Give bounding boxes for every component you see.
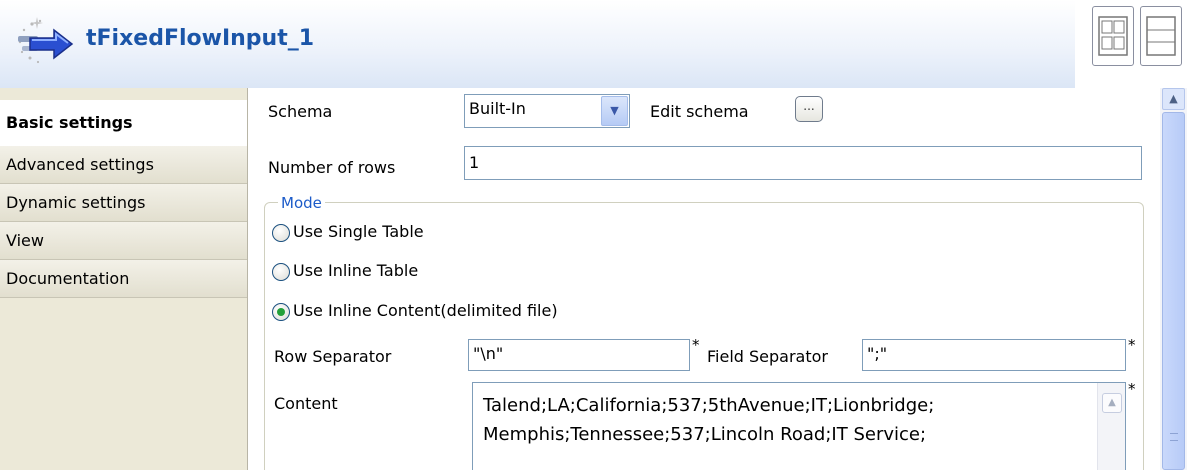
- content-line: Talend;LA;California;537;5thAvenue;IT;Li…: [483, 395, 935, 416]
- grid-layout-button[interactable]: [1092, 6, 1134, 66]
- use-inline-content-radio[interactable]: [272, 303, 290, 321]
- schema-label: Schema: [268, 102, 333, 121]
- required-mark: *: [1128, 336, 1136, 354]
- row-separator-field[interactable]: "\n": [468, 339, 690, 371]
- settings-tabs: Basic settings Advanced settings Dynamic…: [0, 88, 248, 470]
- chevron-down-icon[interactable]: ▼: [601, 96, 628, 126]
- tab-view[interactable]: View: [0, 222, 247, 260]
- layout-buttons: [1092, 6, 1187, 68]
- component-title: tFixedFlowInput_1: [86, 26, 315, 51]
- content-label: Content: [274, 394, 338, 413]
- edit-schema-label: Edit schema: [650, 102, 749, 121]
- tab-basic-settings[interactable]: Basic settings: [0, 100, 247, 146]
- content-line: Memphis;Tennessee;537;Lincoln Road;IT Se…: [483, 424, 927, 445]
- tab-dynamic-settings[interactable]: Dynamic settings: [0, 184, 247, 222]
- field-separator-label: Field Separator: [707, 347, 828, 366]
- required-mark: *: [1128, 380, 1136, 398]
- mode-group-title: Mode: [278, 194, 325, 212]
- required-mark: *: [692, 336, 700, 354]
- use-inline-table-label: Use Inline Table: [293, 261, 419, 280]
- component-arrow-icon: [18, 17, 74, 64]
- scroll-up-icon[interactable]: ▲: [1102, 393, 1122, 413]
- tab-advanced-settings[interactable]: Advanced settings: [0, 146, 247, 184]
- row-separator-label: Row Separator: [274, 347, 392, 366]
- tab-documentation[interactable]: Documentation: [0, 260, 247, 298]
- scroll-up-icon[interactable]: ▲: [1162, 88, 1185, 110]
- scrollbar-thumb[interactable]: [1162, 112, 1185, 470]
- panel-scrollbar[interactable]: ▲: [1160, 88, 1187, 470]
- use-inline-content-label: Use Inline Content(delimited file): [293, 301, 558, 320]
- use-single-table-radio[interactable]: [272, 224, 290, 242]
- grip-icon: [1170, 433, 1178, 441]
- use-inline-table-radio[interactable]: [272, 263, 290, 281]
- list-layout-icon: [1146, 16, 1176, 56]
- number-of-rows-label: Number of rows: [268, 158, 396, 177]
- field-separator-field[interactable]: ";": [862, 339, 1126, 371]
- schema-select[interactable]: Built-In ▼: [464, 94, 630, 128]
- number-of-rows-field[interactable]: 1: [464, 146, 1142, 180]
- content-scrollbar[interactable]: ▲: [1097, 383, 1125, 470]
- component-header: tFixedFlowInput_1: [0, 0, 1075, 88]
- use-single-table-label: Use Single Table: [293, 222, 424, 241]
- content-textarea[interactable]: Talend;LA;California;537;5thAvenue;IT;Li…: [472, 382, 1126, 470]
- edit-schema-button[interactable]: ...: [795, 96, 823, 122]
- schema-select-value: Built-In: [469, 99, 526, 118]
- list-layout-button[interactable]: [1140, 6, 1182, 66]
- grid-layout-icon: [1098, 16, 1128, 56]
